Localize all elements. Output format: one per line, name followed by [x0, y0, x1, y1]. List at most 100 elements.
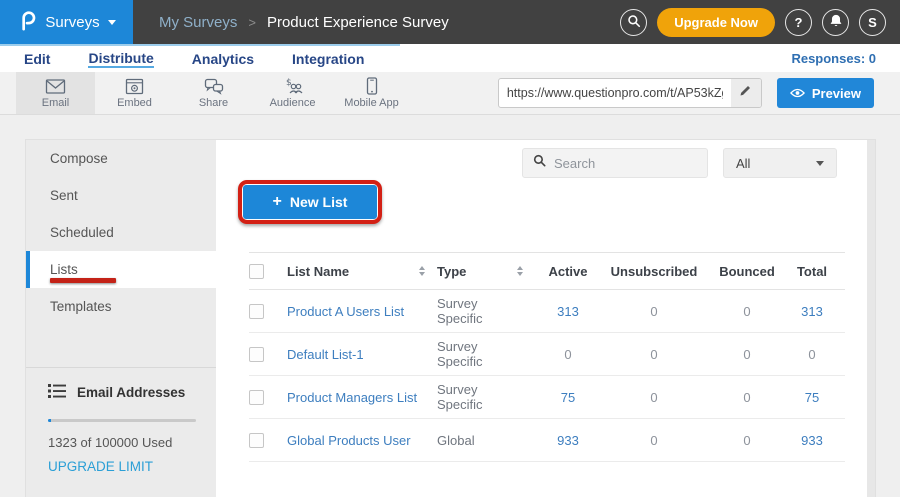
tab-distribute[interactable]: Distribute [88, 48, 153, 68]
new-list-button[interactable]: + New List [243, 185, 377, 219]
toolbar-item-email[interactable]: Email [16, 72, 95, 114]
distribute-toolbar: Email Embed Share $ Audience Mobile App [0, 72, 900, 115]
filter-value: All [736, 156, 750, 171]
tab-integration[interactable]: Integration [292, 49, 364, 67]
survey-url-input[interactable] [499, 79, 731, 107]
list-type: Global [437, 433, 537, 448]
active-count[interactable]: 75 [537, 390, 599, 405]
header-active: Active [537, 264, 599, 279]
usage-progress-bar [48, 419, 196, 422]
total-count[interactable]: 933 [785, 433, 839, 448]
select-all-checkbox[interactable] [249, 264, 264, 279]
toolbar-right: Preview [498, 72, 900, 114]
email-sidebar: Compose Sent Scheduled Lists Templates E… [26, 140, 216, 497]
breadcrumb-separator: > [248, 15, 256, 30]
list-type: Survey Specific [437, 382, 537, 412]
avatar[interactable]: S [859, 9, 886, 36]
sidebar-item-compose[interactable]: Compose [26, 140, 216, 177]
unsubscribed-count: 0 [599, 304, 709, 319]
bounced-count: 0 [709, 347, 785, 362]
search-input[interactable] [554, 156, 697, 171]
sidebar-item-templates[interactable]: Templates [26, 288, 216, 325]
search-icon [627, 14, 641, 31]
filter-dropdown[interactable]: All [723, 148, 837, 178]
toolbar-item-label: Mobile App [344, 97, 398, 109]
list-name-link[interactable]: Product Managers List [287, 390, 417, 405]
total-count[interactable]: 313 [785, 304, 839, 319]
header-list-name: List Name [287, 264, 437, 279]
toolbar-item-mobile-app[interactable]: Mobile App [332, 72, 411, 114]
breadcrumb: My Surveys > Product Experience Survey [159, 14, 449, 31]
unsubscribed-count: 0 [599, 347, 709, 362]
toolbar-item-audience[interactable]: $ Audience [253, 72, 332, 114]
list-name-link[interactable]: Global Products User [287, 433, 411, 448]
help-button[interactable]: ? [785, 9, 812, 36]
sort-icon[interactable] [419, 266, 425, 276]
list-name-link[interactable]: Product A Users List [287, 304, 404, 319]
email-addresses-section: Email Addresses 1323 of 100000 Used UPGR… [26, 367, 216, 476]
eye-icon [790, 86, 805, 101]
header-actions: Upgrade Now ? S [620, 8, 900, 37]
responses-count[interactable]: Responses: 0 [791, 51, 876, 66]
active-count[interactable]: 933 [537, 433, 599, 448]
chevron-down-icon [816, 161, 824, 166]
upgrade-now-button[interactable]: Upgrade Now [657, 8, 775, 37]
preview-button[interactable]: Preview [777, 78, 874, 108]
row-checkbox[interactable] [249, 433, 264, 448]
table-header-row: List Name Type Active Unsubscribed Bounc… [249, 252, 845, 290]
tab-edit[interactable]: Edit [24, 49, 50, 67]
usage-text: 1323 of 100000 Used [48, 435, 200, 450]
upgrade-limit-link[interactable]: UPGRADE LIMIT [48, 459, 153, 474]
sort-icon[interactable] [517, 266, 523, 276]
list-type: Survey Specific [437, 339, 537, 369]
email-addresses-header: Email Addresses [48, 383, 200, 402]
bounced-count: 0 [709, 433, 785, 448]
toolbar-item-embed[interactable]: Embed [95, 72, 174, 114]
table-row: Product A Users List Survey Specific 313… [249, 290, 845, 333]
bounced-count: 0 [709, 390, 785, 405]
loading-progress-line [0, 44, 400, 46]
search-button[interactable] [620, 9, 647, 36]
list-name-link[interactable]: Default List-1 [287, 347, 364, 362]
search-icon [533, 154, 546, 172]
email-addresses-title: Email Addresses [77, 385, 185, 400]
row-checkbox[interactable] [249, 347, 264, 362]
preview-label: Preview [812, 86, 861, 101]
header-list-name-label: List Name [287, 264, 349, 279]
breadcrumb-parent[interactable]: My Surveys [159, 14, 237, 31]
envelope-icon [45, 78, 66, 95]
list-rows-icon [48, 383, 66, 402]
notifications-button[interactable] [822, 9, 849, 36]
questionpro-logo-icon [17, 9, 37, 36]
header-unsubscribed: Unsubscribed [599, 264, 709, 279]
page: Surveys My Surveys > Product Experience … [0, 0, 900, 497]
sidebar-item-scheduled[interactable]: Scheduled [26, 214, 216, 251]
tab-analytics[interactable]: Analytics [192, 49, 254, 67]
lists-table: List Name Type Active Unsubscribed Bounc… [249, 252, 845, 462]
product-switcher[interactable]: Surveys [0, 0, 133, 44]
table-row: Default List-1 Survey Specific 0 0 0 0 [249, 333, 845, 376]
total-count: 0 [785, 347, 839, 362]
sidebar-item-lists[interactable]: Lists [26, 251, 216, 288]
content-area: Compose Sent Scheduled Lists Templates E… [0, 115, 900, 497]
email-distribute-card: Compose Sent Scheduled Lists Templates E… [25, 139, 876, 497]
page-title: Product Experience Survey [267, 14, 449, 31]
pencil-icon [739, 84, 752, 102]
bounced-count: 0 [709, 304, 785, 319]
toolbar-item-share[interactable]: Share [174, 72, 253, 114]
sidebar-item-lists-label: Lists [50, 262, 78, 277]
window-gear-icon [125, 78, 144, 95]
row-checkbox[interactable] [249, 390, 264, 405]
chat-bubbles-icon [204, 78, 224, 95]
survey-tabbar: Edit Distribute Analytics Integration Re… [0, 44, 900, 72]
header-type-label: Type [437, 264, 466, 279]
scrollbar[interactable] [867, 140, 875, 497]
dollar-people-icon: $ [283, 77, 303, 95]
active-count[interactable]: 313 [537, 304, 599, 319]
top-header: Surveys My Surveys > Product Experience … [0, 0, 900, 44]
header-type: Type [437, 264, 537, 279]
row-checkbox[interactable] [249, 304, 264, 319]
edit-url-button[interactable] [731, 79, 761, 107]
sidebar-item-sent[interactable]: Sent [26, 177, 216, 214]
total-count[interactable]: 75 [785, 390, 839, 405]
